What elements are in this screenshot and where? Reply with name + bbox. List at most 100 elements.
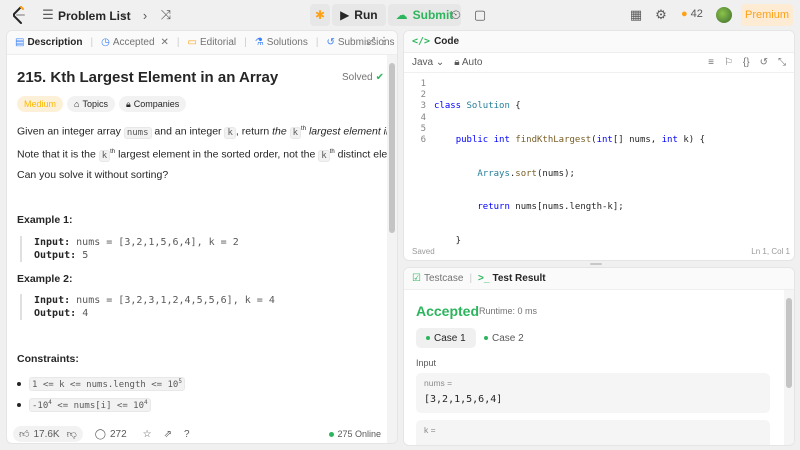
premium-button[interactable]: Premium <box>741 4 793 26</box>
streak-counter[interactable]: ● 42 <box>681 8 703 20</box>
tab-description[interactable]: ▤ Description <box>15 37 82 48</box>
line-number: 1 <box>420 79 426 89</box>
book-icon: ▭ <box>187 37 197 48</box>
tab-accepted[interactable]: ◷ Accepted ✕ <box>101 37 169 48</box>
lock-icon: 🔒︎ <box>125 98 131 109</box>
code-line: } <box>434 235 462 246</box>
example-1-input: nums = [3,2,1,5,6,4], k = 2 <box>76 237 239 248</box>
result-scrollbar[interactable] <box>784 290 794 445</box>
tab-testcase[interactable]: ☑ Testcase <box>412 273 463 284</box>
line-number: 2 <box>420 90 426 101</box>
code-lines: class Solution { public int findKthLarge… <box>434 79 705 260</box>
expand-icon[interactable]: ⤢ <box>367 36 375 47</box>
notes-icon[interactable]: ▢ <box>472 7 488 23</box>
layout-icon[interactable]: ▦ <box>628 7 644 23</box>
panel-resize-handle[interactable] <box>590 263 602 265</box>
result-tabs: ☑ Testcase | >_ Test Result <box>404 268 794 290</box>
line-number: 3 <box>420 101 426 112</box>
reset-icon[interactable]: ↺ <box>760 57 768 68</box>
tab-solutions[interactable]: ⚗ Solutions <box>255 37 308 48</box>
description-footer: 👍︎ 17.6K 👎︎ ◯ 272 ☆ ⇗ ? 275 Online <box>7 423 389 443</box>
play-icon: ▶ <box>340 8 350 22</box>
line-number: 4 <box>420 112 426 123</box>
online-dot <box>329 431 335 437</box>
tab-accepted-label: Accepted <box>112 37 155 48</box>
next-problem-icon[interactable]: › <box>137 7 153 23</box>
tab-testcase-label: Testcase <box>423 273 464 284</box>
bullet-dot <box>17 403 21 407</box>
terminal-icon: >_ <box>478 273 490 284</box>
comment-count: 272 <box>109 428 127 440</box>
inline-code: nums <box>123 126 152 139</box>
thumbs-down-icon[interactable]: 👎︎ <box>67 428 77 440</box>
solved-label: Solved <box>342 72 373 83</box>
share-icon[interactable]: ⇗ <box>164 429 172 440</box>
inline-code: k <box>318 149 330 162</box>
format-icon[interactable]: ≡ <box>708 57 714 68</box>
fire-icon: ● <box>681 8 688 20</box>
prev-problem-icon[interactable]: ‹ <box>116 7 132 23</box>
fullscreen-icon[interactable]: ⤡ <box>778 57 786 68</box>
braces-icon[interactable]: {} <box>743 57 750 68</box>
timer-icon[interactable]: ⏲ <box>448 7 464 23</box>
description-panel: ▤ Description | ◷ Accepted ✕ | ▭ Editori… <box>6 30 398 444</box>
text: the <box>272 125 290 138</box>
star-icon[interactable]: ☆ <box>143 429 152 440</box>
scroll-thumb[interactable] <box>389 63 395 233</box>
result-panel: ☑ Testcase | >_ Test Result Accepted Run… <box>403 267 795 446</box>
code-editor[interactable]: 1 2 3 4 5 6 class Solution { public int … <box>404 75 794 246</box>
text: -10 <box>32 401 49 411</box>
text: Note that it is the <box>17 148 99 161</box>
description-scrollbar[interactable] <box>387 55 397 443</box>
avatar[interactable] <box>716 7 732 23</box>
leetcode-logo-icon[interactable] <box>11 6 27 24</box>
tab-divider: | <box>469 273 473 284</box>
debug-button[interactable]: ✱ <box>310 4 331 26</box>
more-icon[interactable]: ⋮ <box>379 36 389 47</box>
text: Given an integer array <box>17 125 124 138</box>
help-icon[interactable]: ? <box>184 429 190 440</box>
example-2-title: Example 2: <box>17 273 73 285</box>
cursor-position: Ln 1, Col 1 <box>751 247 790 256</box>
output-label: Output: <box>34 250 77 261</box>
like-count: 17.6K <box>33 428 60 440</box>
tab-editorial[interactable]: ▭ Editorial <box>188 37 237 48</box>
topics-tag[interactable]: ⌂ Topics <box>67 96 115 112</box>
example-1-input-row: Input: nums = [3,2,1,5,6,4], k = 2 <box>34 236 239 249</box>
example-1-title: Example 1: <box>17 214 73 226</box>
line-number: 5 <box>420 123 426 134</box>
example-2-output: 4 <box>82 308 89 319</box>
input-label: Input: <box>34 295 71 306</box>
mode-select[interactable]: 🔒︎ Auto <box>454 57 482 68</box>
scroll-thumb[interactable] <box>786 298 792 388</box>
cloud-upload-icon: ☁ <box>395 8 408 22</box>
verdict: Accepted <box>416 303 480 319</box>
example-2-input-row: Input: nums = [3,2,3,1,2,4,5,5,6], k = 4 <box>34 294 275 307</box>
code-line: public int findKthLargest(int[] nums, in… <box>455 135 705 146</box>
companies-tag[interactable]: 🔒︎ Companies <box>118 96 187 112</box>
language-label: Java <box>412 57 434 68</box>
comment-button[interactable]: ◯ 272 <box>95 429 127 440</box>
bookmark-icon[interactable]: ⚐ <box>724 57 733 68</box>
run-button[interactable]: ▶ Run <box>332 4 386 26</box>
comment-icon: ◯ <box>94 428 106 440</box>
settings-gear-icon[interactable]: ⚙ <box>653 7 669 23</box>
shuffle-icon[interactable]: ⤨ <box>158 7 174 23</box>
language-select[interactable]: Java ⌄ <box>412 57 444 68</box>
flask-icon: ⚗ <box>254 37 264 48</box>
case-1-tab[interactable]: Case 1 <box>416 328 476 348</box>
k-input-box: k = <box>416 420 770 445</box>
thumbs-up-icon[interactable]: 👍︎ <box>19 428 29 440</box>
tab-test-result[interactable]: >_ Test Result <box>478 273 546 284</box>
superscript: 5 <box>178 378 182 385</box>
case-2-tab[interactable]: Case 2 <box>474 328 534 348</box>
runtime: Runtime: 0 ms <box>479 306 538 316</box>
close-icon[interactable]: ✕ <box>161 37 169 48</box>
saved-status: Saved <box>412 247 435 256</box>
tab-test-result-label: Test Result <box>492 273 546 284</box>
document-icon: ▤ <box>15 37 25 48</box>
nums-input-box: nums = [3,2,1,5,6,4] <box>416 373 770 413</box>
editor-actions: ≡ ⚐ {} ↺ ⤡ <box>708 57 786 68</box>
online-label: 275 Online <box>337 429 381 439</box>
problem-list-icon[interactable]: ☰ <box>40 7 56 23</box>
